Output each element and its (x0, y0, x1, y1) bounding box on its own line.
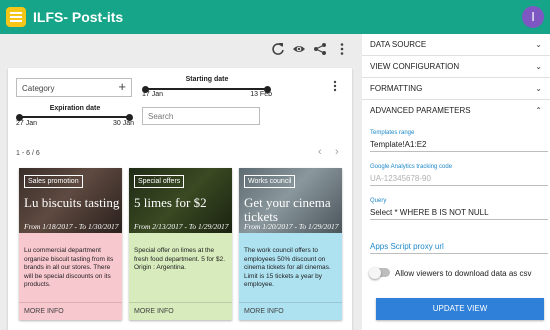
proxy-url-input[interactable]: Apps Script proxy url (370, 240, 548, 254)
card-tag: Special offers (134, 175, 185, 188)
analytics-code-input[interactable]: UA-12345678-90 (370, 172, 548, 186)
section-advanced-parameters[interactable]: ADVANCED PARAMETERS ⌃ (362, 100, 550, 122)
card-dates: From 1/18/2017 - To 1/30/2017 (24, 222, 119, 231)
query-input[interactable]: Select * WHERE B IS NOT NULL (370, 206, 548, 220)
card-body: The work council offers to employees 50%… (239, 233, 342, 302)
post-its-panel: Category + Starting date 17 Jan 13 Feb E… (8, 68, 352, 330)
card-title: 5 limes for $2 (134, 195, 207, 210)
update-view-button[interactable]: UPDATE VIEW (376, 298, 544, 320)
templates-range-label: Templates range (370, 130, 415, 136)
starting-date-slider: Starting date 17 Jan 13 Feb (142, 76, 272, 100)
next-page-icon[interactable]: › (335, 146, 339, 158)
add-category-icon[interactable]: + (118, 79, 126, 94)
category-filter[interactable]: Category + (16, 78, 132, 97)
prev-page-icon[interactable]: ‹ (318, 146, 322, 158)
card-more-info-button[interactable]: MORE INFO (239, 302, 342, 320)
user-avatar[interactable]: I (522, 6, 544, 28)
pagination-range: 1 - 6 / 6 (16, 150, 40, 157)
section-data-source[interactable]: DATA SOURCE ⌄ (362, 34, 550, 56)
card-body: Special offer on limes at the fresh food… (129, 233, 232, 302)
post-it-card[interactable]: Special offers 5 limes for $2 From 2/13/… (129, 168, 232, 320)
chevron-down-icon: ⌄ (535, 40, 542, 49)
section-formatting[interactable]: FORMATTING ⌄ (362, 78, 550, 100)
starting-date-max: 13 Feb (250, 91, 272, 98)
card-tag: Works council (244, 175, 296, 188)
app-header: ILFS- Post-its I (0, 0, 550, 34)
category-filter-label: Category (22, 84, 55, 93)
card-body: Lu commercial department organize biscui… (19, 233, 122, 302)
templates-range-input[interactable]: Template!A1:E2 (370, 138, 548, 152)
starting-date-label: Starting date (185, 76, 229, 83)
card-dates: From 2/13/2017 - To 1/29/2017 (134, 222, 229, 231)
card-description: Lu commercial department organize biscui… (24, 247, 114, 288)
download-csv-label: Allow viewers to download data as csv (395, 269, 532, 278)
chevron-down-icon: ⌄ (535, 62, 542, 71)
expiration-date-track[interactable] (16, 113, 133, 121)
app-logo-icon (6, 7, 26, 27)
expiration-date-min: 27 Jan (16, 120, 38, 127)
filter-more-icon[interactable] (330, 80, 340, 92)
chevron-up-icon: ⌃ (535, 106, 542, 115)
app-title: ILFS- Post-its (33, 9, 124, 25)
search-input[interactable] (142, 107, 260, 125)
download-csv-toggle[interactable] (369, 266, 390, 279)
analytics-code-label: Google Analytics tracking code (370, 164, 453, 170)
expiration-date-slider: Expiration date 27 Jan 30 Jan (16, 105, 134, 129)
toggle-knob (369, 266, 381, 279)
card-title: Get your cinema tickets (244, 195, 331, 224)
section-advanced-parameters-label: ADVANCED PARAMETERS (370, 106, 471, 115)
card-image: Works council Get your cinema tickets Fr… (239, 168, 342, 233)
section-data-source-label: DATA SOURCE (370, 40, 427, 49)
card-more-info-button[interactable]: MORE INFO (19, 302, 122, 320)
post-it-card[interactable]: Works council Get your cinema tickets Fr… (239, 168, 342, 320)
expiration-date-label: Expiration date (49, 105, 101, 112)
card-more-info-button[interactable]: MORE INFO (129, 302, 232, 320)
share-icon[interactable] (313, 42, 327, 56)
refresh-icon[interactable] (271, 42, 285, 56)
card-description: The work council offers to employees 50%… (244, 247, 331, 288)
card-image: Sales promotion Lu biscuits tasting From… (19, 168, 122, 233)
card-image: Special offers 5 limes for $2 From 2/13/… (129, 168, 232, 233)
starting-date-min: 17 Jan (142, 91, 164, 98)
section-view-configuration-label: VIEW CONFIGURATION (370, 62, 460, 71)
card-description: Special offer on limes at the fresh food… (134, 247, 226, 271)
section-formatting-label: FORMATTING (370, 84, 423, 93)
card-tag: Sales promotion (24, 175, 83, 188)
card-title: Lu biscuits tasting (24, 195, 120, 210)
expiration-date-max: 30 Jan (112, 120, 134, 127)
starting-date-track[interactable] (142, 85, 271, 93)
preview-eye-icon[interactable] (292, 42, 306, 56)
settings-sidebar: DATA SOURCE ⌄ VIEW CONFIGURATION ⌄ FORMA… (362, 34, 550, 330)
section-view-configuration[interactable]: VIEW CONFIGURATION ⌄ (362, 56, 550, 78)
view-toolbar (0, 34, 362, 64)
chevron-down-icon: ⌄ (535, 84, 542, 93)
post-it-card[interactable]: Sales promotion Lu biscuits tasting From… (19, 168, 122, 320)
query-label: Query (370, 198, 387, 204)
more-vert-icon[interactable] (335, 42, 349, 56)
card-dates: From 1/20/2017 - To 1/29/2017 (244, 222, 339, 231)
